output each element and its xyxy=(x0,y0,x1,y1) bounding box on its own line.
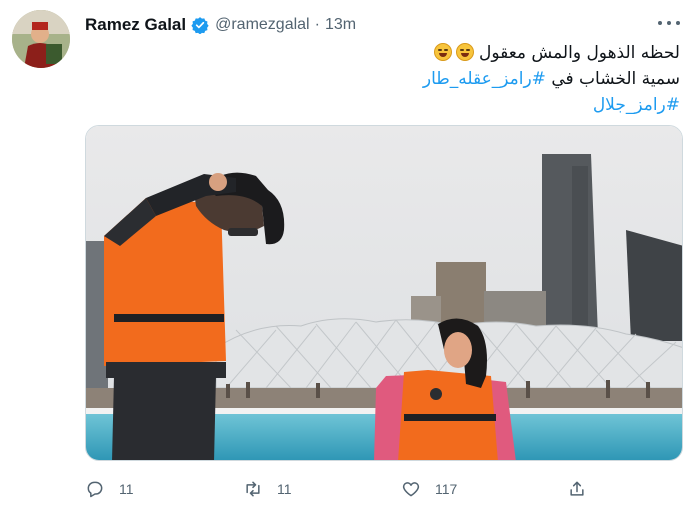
tweet-card[interactable]: Ramez Galal @ramezgalal · 13m لحظه الذهو… xyxy=(0,0,700,525)
reply-button[interactable]: 11 xyxy=(85,476,134,502)
laughing-emoji-icon xyxy=(455,43,474,61)
tweet-text-line-1: لحظه الذهول والمش معقول xyxy=(100,40,680,66)
reply-count: 11 xyxy=(119,481,134,497)
tweet-actions: 11 11 117 xyxy=(85,476,605,502)
like-icon xyxy=(402,482,420,497)
reply-icon xyxy=(87,481,103,498)
tweet-text-line-1-text: لحظه الذهول والمش معقول xyxy=(478,43,680,63)
avatar[interactable] xyxy=(12,10,70,68)
more-icon[interactable] xyxy=(658,16,680,30)
tweet-media[interactable] xyxy=(85,125,683,461)
share-button[interactable] xyxy=(567,476,587,502)
verified-badge-icon xyxy=(191,16,209,35)
retweet-count: 11 xyxy=(277,481,292,497)
tweet-text-line-2-text: سمية الخشاب في xyxy=(545,69,680,89)
separator-dot: · xyxy=(314,16,320,33)
tweet-text: لحظه الذهول والمش معقول سمية الخشاب في #… xyxy=(100,40,680,118)
like-button[interactable]: 117 xyxy=(401,476,457,502)
author-handle[interactable]: @ramezgalal xyxy=(215,16,310,34)
hashtag-link[interactable]: #رامز_عقله_طار xyxy=(423,69,546,89)
author-name[interactable]: Ramez Galal xyxy=(85,15,186,35)
tweet-text-line-2: سمية الخشاب في #رامز_عقله_طار xyxy=(100,66,680,92)
timestamp[interactable]: 13m xyxy=(325,16,356,34)
like-count: 117 xyxy=(435,481,458,497)
retweet-button[interactable]: 11 xyxy=(243,476,292,502)
laughing-emoji-icon xyxy=(433,43,452,61)
hashtag-link[interactable]: #رامز_جلال xyxy=(593,95,680,115)
retweet-icon xyxy=(246,481,260,497)
media-scene-image xyxy=(86,126,682,460)
tweet-header: Ramez Galal @ramezgalal · 13m xyxy=(85,14,356,36)
tweet-text-line-3: #رامز_جلال xyxy=(100,92,680,118)
share-icon xyxy=(570,481,584,496)
